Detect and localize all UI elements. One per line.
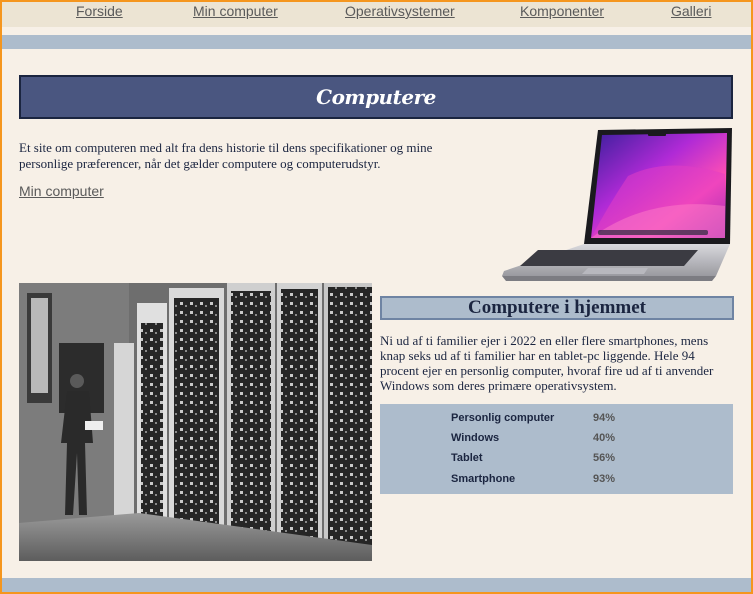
nav-link-forside[interactable]: Forside: [76, 3, 123, 19]
server-room-image: [19, 283, 372, 561]
nav-link-operativsystemer[interactable]: Operativsystemer: [345, 3, 455, 19]
section-heading: Computere i hjemmet: [380, 296, 734, 320]
stats-row: Personlig computer 94%: [380, 412, 733, 432]
laptop-image: [502, 128, 732, 281]
nav-link-galleri[interactable]: Galleri: [671, 3, 711, 19]
top-navigation: Forside Min computer Operativsystemer Ko…: [2, 0, 751, 30]
stat-name: Personlig computer: [451, 412, 555, 424]
stat-value: 40%: [593, 432, 616, 444]
stat-name: Windows: [451, 432, 500, 444]
stat-name: Smartphone: [451, 473, 516, 485]
stat-value: 94%: [593, 412, 616, 424]
bottom-band: [2, 578, 751, 592]
top-band: [2, 35, 751, 49]
nav-link-komponenter[interactable]: Komponenter: [520, 3, 604, 19]
stats-row: Windows 40%: [380, 432, 733, 452]
section-body-text: Ni ud af ti familier ejer i 2022 en elle…: [380, 333, 714, 393]
stat-name: Tablet: [451, 452, 483, 464]
stat-value: 56%: [593, 452, 616, 464]
stats-row: Tablet 56%: [380, 452, 733, 472]
page-title: Computere: [316, 85, 436, 109]
nav-divider: [2, 27, 751, 30]
stats-row: Smartphone 93%: [380, 473, 733, 493]
hero-banner: Computere: [19, 75, 733, 119]
intro-text: Et site om computeren med alt fra dens h…: [19, 140, 433, 171]
intro-link-min-computer[interactable]: Min computer: [19, 183, 104, 199]
stat-value: 93%: [593, 473, 616, 485]
nav-link-min-computer[interactable]: Min computer: [193, 3, 278, 19]
stats-table: Personlig computer 94% Windows 40% Table…: [380, 404, 733, 494]
